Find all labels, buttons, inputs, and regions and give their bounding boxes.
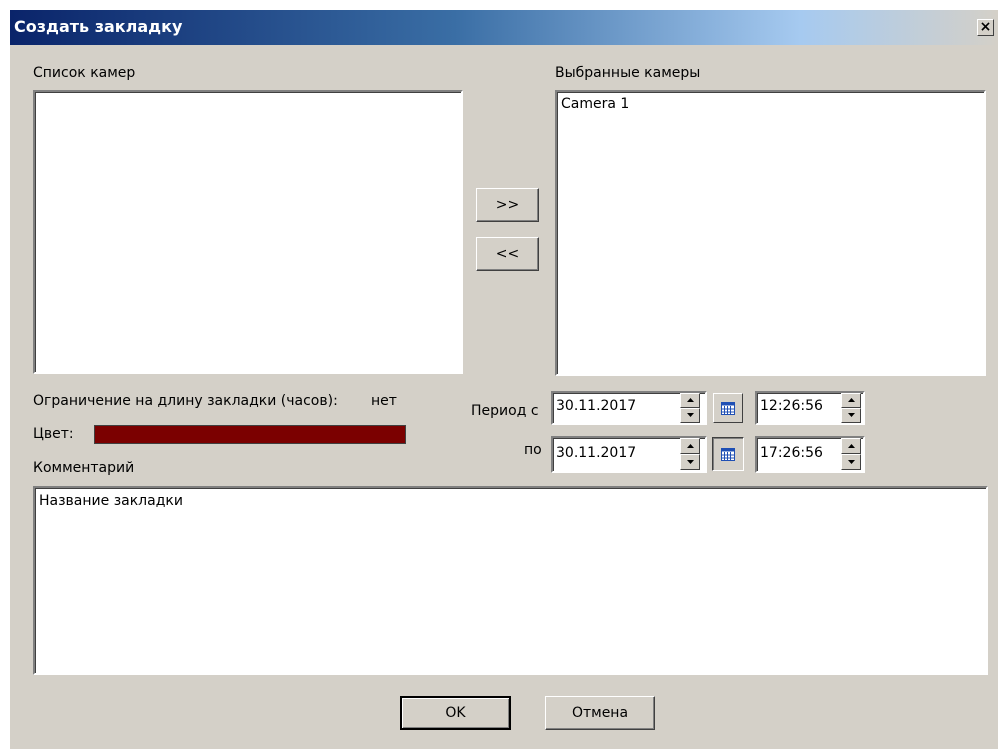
- create-bookmark-dialog: Создать закладку × Список камер Выбранны…: [10, 10, 998, 749]
- stepper-up-button[interactable]: [680, 438, 700, 454]
- color-swatch[interactable]: [94, 425, 406, 444]
- from-date-value: 30.11.2017: [556, 398, 637, 414]
- comment-textarea[interactable]: Название закладки: [33, 486, 988, 675]
- close-icon: ×: [979, 19, 992, 35]
- stepper-down-button[interactable]: [680, 454, 700, 470]
- stepper-up-button[interactable]: [841, 438, 861, 454]
- camera-list[interactable]: [33, 90, 463, 374]
- dialog-title: Создать закладку: [14, 17, 183, 36]
- arrow-up-icon: [687, 444, 694, 448]
- to-date-stepper[interactable]: [680, 438, 700, 470]
- length-limit-label: Ограничение на длину закладки (часов):: [33, 393, 338, 409]
- stepper-up-button[interactable]: [841, 393, 861, 408]
- comment-label: Комментарий: [33, 460, 135, 476]
- length-limit-value: нет: [371, 393, 397, 409]
- title-bar[interactable]: Создать закладку ×: [10, 10, 998, 45]
- period-from-label: Период с: [471, 403, 539, 419]
- calendar-icon: [721, 401, 735, 415]
- remove-camera-button[interactable]: <<: [476, 237, 539, 271]
- list-item[interactable]: Camera 1: [561, 96, 629, 112]
- arrow-up-icon: [687, 398, 694, 402]
- stepper-down-button[interactable]: [680, 408, 700, 423]
- arrow-up-icon: [848, 444, 855, 448]
- stepper-down-button[interactable]: [841, 454, 861, 470]
- arrow-down-icon: [687, 460, 694, 464]
- period-to-label: по: [524, 442, 542, 458]
- add-camera-button[interactable]: >>: [476, 188, 539, 222]
- add-camera-label: >>: [495, 197, 520, 213]
- stepper-down-button[interactable]: [841, 408, 861, 423]
- ok-button[interactable]: OK: [400, 696, 511, 730]
- arrow-down-icon: [848, 413, 855, 417]
- arrow-down-icon: [687, 413, 694, 417]
- camera-list-label: Список камер: [33, 65, 136, 81]
- to-date-value: 30.11.2017: [556, 445, 637, 461]
- arrow-down-icon: [848, 460, 855, 464]
- from-date-stepper[interactable]: [680, 393, 700, 423]
- stepper-up-button[interactable]: [680, 393, 700, 408]
- cancel-button[interactable]: Отмена: [545, 696, 655, 730]
- color-label: Цвет:: [33, 426, 74, 442]
- remove-camera-label: <<: [495, 246, 520, 262]
- calendar-icon: [721, 447, 735, 461]
- arrow-up-icon: [848, 398, 855, 402]
- cancel-button-label: Отмена: [571, 705, 629, 721]
- from-time-stepper[interactable]: [841, 393, 861, 423]
- from-date-calendar-button[interactable]: [713, 393, 743, 423]
- selected-cameras-list[interactable]: Camera 1: [555, 90, 986, 376]
- to-date-calendar-button[interactable]: [712, 437, 744, 471]
- from-time-value: 12:26:56: [760, 398, 823, 414]
- ok-button-label: OK: [445, 705, 466, 721]
- close-button[interactable]: ×: [977, 19, 994, 36]
- to-time-value: 17:26:56: [760, 445, 823, 461]
- selected-cameras-label: Выбранные камеры: [555, 65, 701, 81]
- to-time-stepper[interactable]: [841, 438, 861, 470]
- comment-text: Название закладки: [39, 493, 183, 509]
